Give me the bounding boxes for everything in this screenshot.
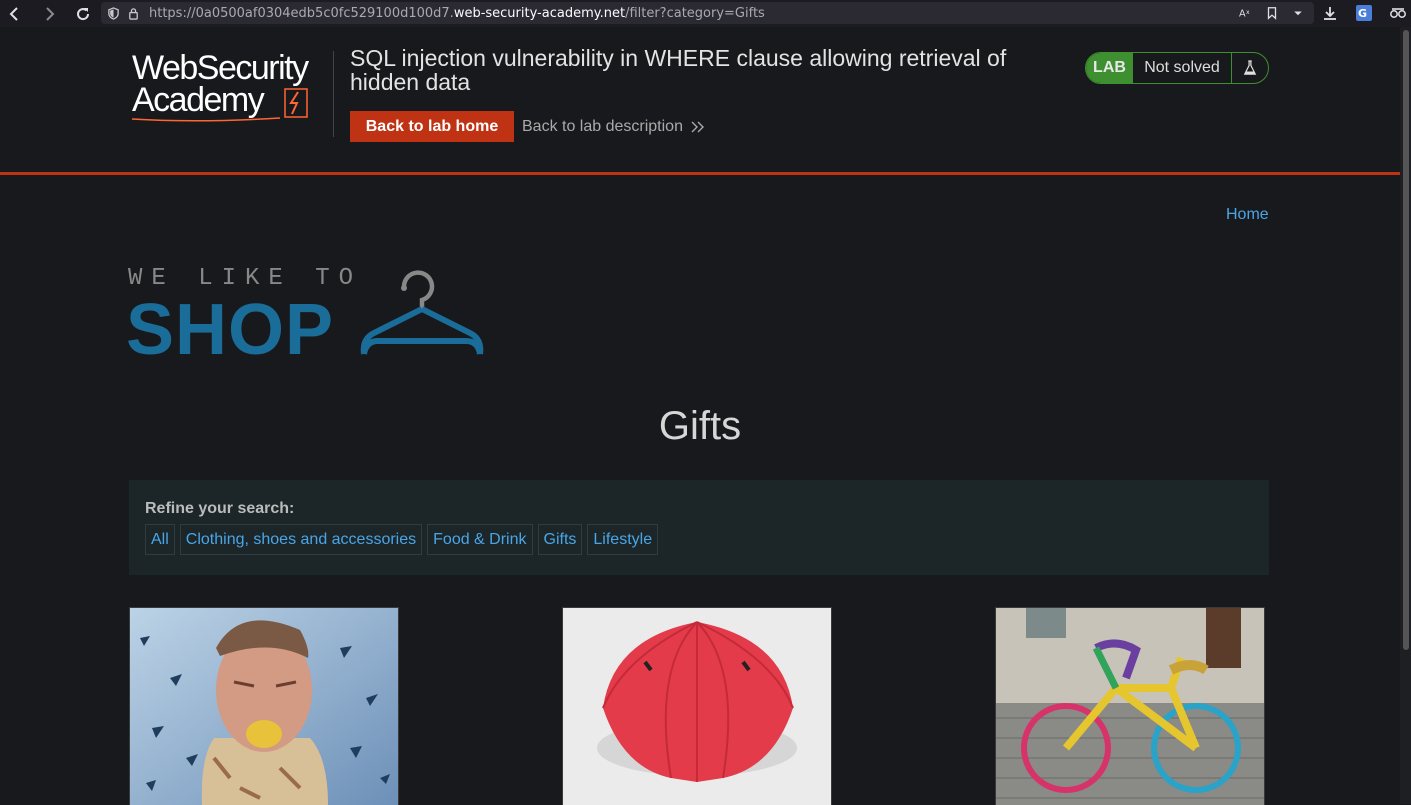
shop-logo-tagline: WE LIKE TO [128, 265, 363, 292]
flask-icon [1232, 53, 1268, 83]
bookmark-icon[interactable] [1264, 5, 1280, 21]
filter-label: Refine your search: [145, 500, 295, 517]
product-card-bicycle[interactable] [995, 607, 1265, 805]
home-link[interactable]: Home [1226, 206, 1269, 224]
lightning-bolt-icon [284, 88, 308, 118]
translate-extension-icon[interactable]: G [1354, 3, 1374, 23]
filter-links: All Clothing, shoes and accessories Food… [145, 524, 659, 555]
lab-badge: LAB [1086, 53, 1133, 83]
url-text[interactable]: https://0a0500af0304edb5c0fc529100d100d7… [149, 6, 765, 21]
header-divider [333, 51, 334, 137]
clothes-hanger-icon [360, 270, 484, 355]
url-path: /filter?category=Gifts [625, 5, 765, 21]
filter-food-drink[interactable]: Food & Drink [427, 524, 533, 555]
filter-panel: Refine your search: All Clothing, shoes … [129, 480, 1269, 575]
svg-text:x: x [1246, 9, 1250, 16]
translate-icon[interactable]: Ax [1238, 5, 1254, 21]
back-to-lab-description-link[interactable]: Back to lab description [522, 111, 705, 142]
red-umbrella-image [563, 608, 831, 805]
man-biting-lemon-image [130, 608, 398, 805]
lock-icon[interactable] [127, 6, 141, 20]
reload-icon[interactable] [72, 3, 94, 25]
url-prefix: https://0a0500af0304edb5c0fc529100d100d7… [149, 5, 454, 21]
svg-text:G: G [1358, 7, 1367, 20]
shop-logo[interactable]: WE LIKE TO SHOP [126, 265, 488, 370]
filter-lifestyle[interactable]: Lifestyle [587, 524, 659, 555]
category-heading: Gifts [658, 404, 742, 448]
product-card-lemon[interactable] [129, 607, 399, 805]
product-card-umbrella[interactable] [562, 607, 832, 805]
filter-all[interactable]: All [145, 524, 175, 555]
url-host: web-security-academy.net [453, 5, 626, 21]
lab-status-text: Not solved [1133, 53, 1232, 83]
back-to-lab-home-button[interactable]: Back to lab home [350, 111, 514, 142]
lab-status-widget: LAB Not solved [1085, 52, 1269, 84]
back-arrow-icon[interactable] [4, 3, 26, 25]
yarn-bombed-bicycle-image [996, 608, 1264, 805]
chevron-down-icon[interactable] [1290, 5, 1306, 21]
address-bar[interactable]: https://0a0500af0304edb5c0fc529100d100d7… [101, 2, 1314, 24]
download-icon[interactable] [1320, 3, 1340, 23]
shield-icon[interactable] [107, 6, 121, 20]
forward-arrow-icon[interactable] [38, 3, 60, 25]
private-mask-icon[interactable] [1388, 3, 1408, 23]
shop-logo-main: SHOP [126, 290, 335, 370]
logo-underline-icon [131, 117, 280, 122]
lab-header: WebSecurity Academy SQL injection vulner… [0, 27, 1400, 175]
page-scrollbar[interactable] [1400, 27, 1411, 804]
browser-toolbar: https://0a0500af0304edb5c0fc529100d100d7… [0, 0, 1411, 27]
double-chevron-right-icon [691, 121, 704, 132]
lab-title: SQL injection vulnerability in WHERE cla… [350, 45, 1007, 95]
scrollbar-thumb[interactable] [1403, 30, 1409, 650]
filter-gifts[interactable]: Gifts [537, 524, 583, 555]
filter-clothing[interactable]: Clothing, shoes and accessories [179, 524, 423, 555]
back-description-label: Back to lab description [522, 117, 683, 135]
web-security-academy-logo[interactable]: WebSecurity Academy [130, 49, 330, 123]
svg-text:A: A [1239, 9, 1246, 20]
